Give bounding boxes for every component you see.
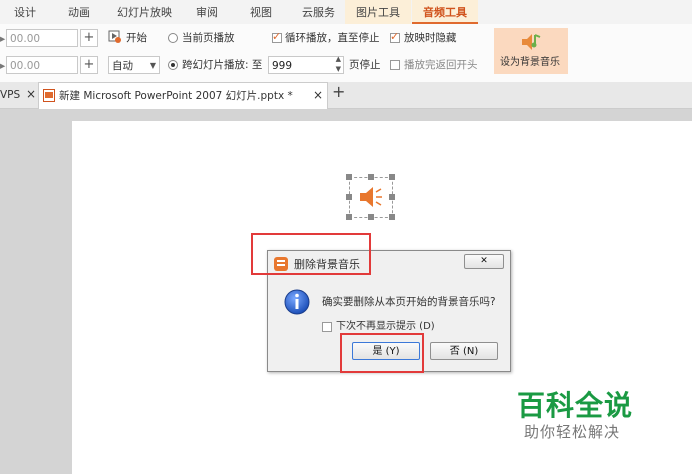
- current-page-label: 当前页播放: [182, 32, 235, 44]
- watermark-title: 百科全说: [517, 389, 634, 422]
- tab-view[interactable]: 视图: [250, 0, 272, 24]
- start-mode-value: 自动: [112, 60, 133, 72]
- music-note-icon: [522, 34, 541, 50]
- ribbon: ▸ 00.00 + ▸ 00.00 + 开始 自动 ▼ 当前页播放 跨幻灯片播放…: [0, 24, 692, 83]
- no-remind-checkbox[interactable]: [322, 322, 332, 332]
- set-background-music-label: 设为背景音乐: [500, 57, 560, 68]
- cross-slide-radio[interactable]: [168, 60, 178, 70]
- cross-slide-label: 跨幻灯片播放: 至: [182, 59, 263, 71]
- resize-handle[interactable]: [389, 194, 395, 200]
- start-label: 开始: [126, 32, 147, 44]
- fade-in-plus-button[interactable]: +: [80, 29, 98, 47]
- tab-audio-tools[interactable]: 音频工具: [412, 0, 478, 24]
- fade-in-field[interactable]: 00.00: [6, 29, 78, 47]
- document-tab-bar: VPS × 新建 Microsoft PowerPoint 2007 幻灯片.p…: [0, 82, 692, 109]
- speaker-icon: [360, 187, 382, 207]
- resize-handle[interactable]: [346, 194, 352, 200]
- no-remind-label: 下次不再显示提示 (D): [336, 321, 435, 332]
- loop-checkbox[interactable]: [272, 30, 282, 43]
- rewind-checkbox[interactable]: [390, 60, 400, 70]
- document-tab[interactable]: 新建 Microsoft PowerPoint 2007 幻灯片.pptx * …: [38, 82, 328, 109]
- start-icon: [108, 30, 121, 43]
- resize-handle[interactable]: [389, 214, 395, 220]
- tab-animation[interactable]: 动画: [68, 0, 90, 24]
- info-icon: [284, 289, 310, 315]
- title-highlight-box: [251, 233, 371, 275]
- start-mode-select[interactable]: 自动 ▼: [108, 56, 160, 74]
- no-button[interactable]: 否 (N): [430, 342, 498, 360]
- resize-handle[interactable]: [346, 214, 352, 220]
- loop-label: 循环播放，直至停止: [285, 32, 380, 44]
- dialog-close-button[interactable]: ✕: [464, 254, 504, 269]
- resize-handle[interactable]: [368, 214, 374, 220]
- audio-object[interactable]: [346, 174, 395, 220]
- spin-arrow-icon: ▸: [0, 60, 6, 72]
- fade-out-field[interactable]: 00.00: [6, 56, 78, 74]
- new-tab-icon[interactable]: +: [332, 84, 345, 100]
- resize-handle[interactable]: [368, 174, 374, 180]
- chevron-down-icon: ▼: [149, 61, 156, 70]
- page-count-value: 999: [272, 60, 293, 72]
- fade-out-plus-button[interactable]: +: [80, 56, 98, 74]
- page-count-field[interactable]: 999 ▲ ▼: [268, 54, 344, 74]
- wps-tab-label[interactable]: VPS: [0, 88, 20, 102]
- spinner-icon[interactable]: ▲ ▼: [336, 54, 341, 74]
- document-tab-title: 新建 Microsoft PowerPoint 2007 幻灯片.pptx *: [59, 90, 293, 102]
- hide-checkbox[interactable]: [390, 30, 400, 43]
- yes-button-highlight-box: [340, 333, 424, 373]
- tab-slideshow[interactable]: 幻灯片放映: [117, 0, 172, 24]
- ppt-file-icon: [43, 89, 55, 102]
- tab-cloud[interactable]: 云服务: [302, 0, 335, 24]
- close-wps-tab-icon[interactable]: ×: [26, 87, 36, 101]
- spin-arrow-icon: ▸: [0, 33, 6, 45]
- close-document-tab-icon[interactable]: ×: [313, 88, 323, 102]
- set-background-music-button[interactable]: 设为背景音乐: [494, 28, 568, 74]
- tab-design[interactable]: 设计: [14, 0, 36, 24]
- current-page-radio[interactable]: [168, 33, 178, 43]
- resize-handle[interactable]: [389, 174, 395, 180]
- resize-handle[interactable]: [346, 174, 352, 180]
- tab-review[interactable]: 审阅: [196, 0, 218, 24]
- watermark-subtitle: 助你轻松解决: [524, 423, 621, 441]
- dialog-message: 确实要删除从本页开始的背景音乐吗?: [322, 296, 496, 308]
- hide-label: 放映时隐藏: [404, 32, 457, 44]
- rewind-label: 播放完返回开头: [404, 59, 478, 71]
- page-stop-label: 页停止: [349, 59, 381, 71]
- menu-bar: 设计 动画 幻灯片放映 审阅 视图 云服务 图片工具 音频工具: [0, 0, 692, 24]
- tab-picture-tools[interactable]: 图片工具: [345, 0, 411, 24]
